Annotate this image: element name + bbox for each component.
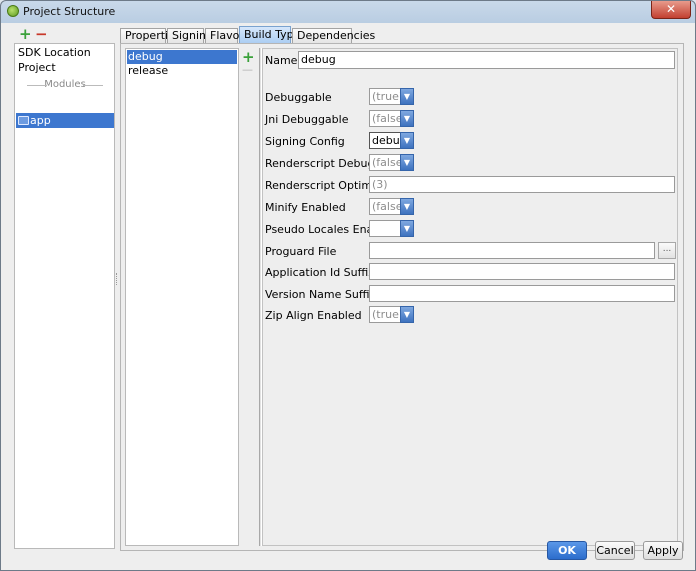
- list-item-release[interactable]: release: [127, 64, 237, 78]
- module-folder-icon: [18, 116, 29, 125]
- sidebar-item-project[interactable]: Project: [17, 61, 56, 75]
- ok-button[interactable]: OK: [547, 541, 587, 560]
- minify-enabled-combo[interactable]: (false) ▼: [369, 198, 414, 215]
- tab-build-types[interactable]: Build Types: [239, 26, 306, 44]
- splitter-handle[interactable]: [116, 273, 118, 285]
- pseudo-locales-enabled-combo[interactable]: ▼: [369, 220, 414, 237]
- build-types-toolbar: + —: [239, 48, 258, 546]
- tab-dependencies[interactable]: Dependencies: [292, 28, 375, 44]
- version-name-suffix-label: Version Name Suffix: [265, 288, 376, 301]
- module-label: app: [30, 114, 51, 127]
- chevron-down-icon: ▼: [400, 132, 414, 149]
- debuggable-label: Debuggable: [265, 91, 332, 104]
- apply-button[interactable]: Apply: [643, 541, 683, 560]
- debuggable-value: (true): [372, 90, 404, 103]
- debuggable-combo[interactable]: (true) ▼: [369, 88, 414, 105]
- sidebar-item-app-module[interactable]: app: [16, 113, 114, 128]
- remove-module-icon[interactable]: −: [35, 25, 48, 43]
- android-studio-icon: [7, 5, 19, 17]
- tab-properties[interactable]: Properties: [120, 28, 181, 44]
- dialog-content: + − SDK Location Project Modules app Pro…: [1, 23, 695, 570]
- sidebar-item-sdk-location[interactable]: SDK Location: [17, 46, 91, 60]
- signing-config-combo[interactable]: debug ▼: [369, 132, 414, 149]
- window-title: Project Structure: [23, 5, 116, 18]
- name-field[interactable]: debug: [298, 51, 675, 69]
- chevron-down-icon: ▼: [400, 88, 414, 105]
- jni-debuggable-combo[interactable]: (false) ▼: [369, 110, 414, 127]
- zip-align-enabled-label: Zip Align Enabled: [265, 309, 362, 322]
- chevron-down-icon: ▼: [400, 154, 414, 171]
- close-button[interactable]: ✕: [651, 1, 691, 19]
- chevron-down-icon: ▼: [400, 220, 414, 237]
- browse-button[interactable]: ...: [658, 242, 676, 259]
- build-type-form: Name: debug Debuggable (true) ▼ Jni Debu…: [262, 48, 678, 546]
- tab-signing[interactable]: Signing: [167, 28, 213, 44]
- renderscript-debuggable-combo[interactable]: (false) ▼: [369, 154, 414, 171]
- minify-enabled-label: Minify Enabled: [265, 201, 346, 214]
- modules-header: Modules: [17, 78, 113, 92]
- signing-config-label: Signing Config: [265, 135, 345, 148]
- chevron-down-icon: ▼: [400, 110, 414, 127]
- name-label: Name:: [265, 54, 302, 67]
- structure-sidebar: SDK Location Project Modules app: [14, 43, 115, 549]
- proguard-file-field[interactable]: [369, 242, 655, 259]
- add-module-icon[interactable]: +: [19, 25, 32, 43]
- application-id-suffix-label: Application Id Suffix: [265, 266, 375, 279]
- proguard-file-label: Proguard File: [265, 245, 337, 258]
- version-name-suffix-field[interactable]: [369, 285, 675, 302]
- zip-align-enabled-combo[interactable]: (true) ▼: [369, 306, 414, 323]
- cancel-button[interactable]: Cancel: [595, 541, 635, 560]
- chevron-down-icon: ▼: [400, 198, 414, 215]
- chevron-down-icon: ▼: [400, 306, 414, 323]
- zip-align-enabled-value: (true): [372, 308, 404, 321]
- remove-build-type-icon[interactable]: —: [242, 63, 253, 76]
- tab-flavors[interactable]: Flavors: [205, 28, 250, 44]
- jni-debuggable-label: Jni Debuggable: [265, 113, 349, 126]
- title-bar: Project Structure ✕: [1, 1, 695, 23]
- application-id-suffix-field[interactable]: [369, 263, 675, 280]
- project-structure-window: Project Structure ✕ + − SDK Location Pro…: [0, 0, 696, 571]
- renderscript-optim-level-field[interactable]: (3): [369, 176, 675, 193]
- build-types-list: debug release: [125, 48, 239, 546]
- list-item-debug[interactable]: debug: [127, 50, 237, 64]
